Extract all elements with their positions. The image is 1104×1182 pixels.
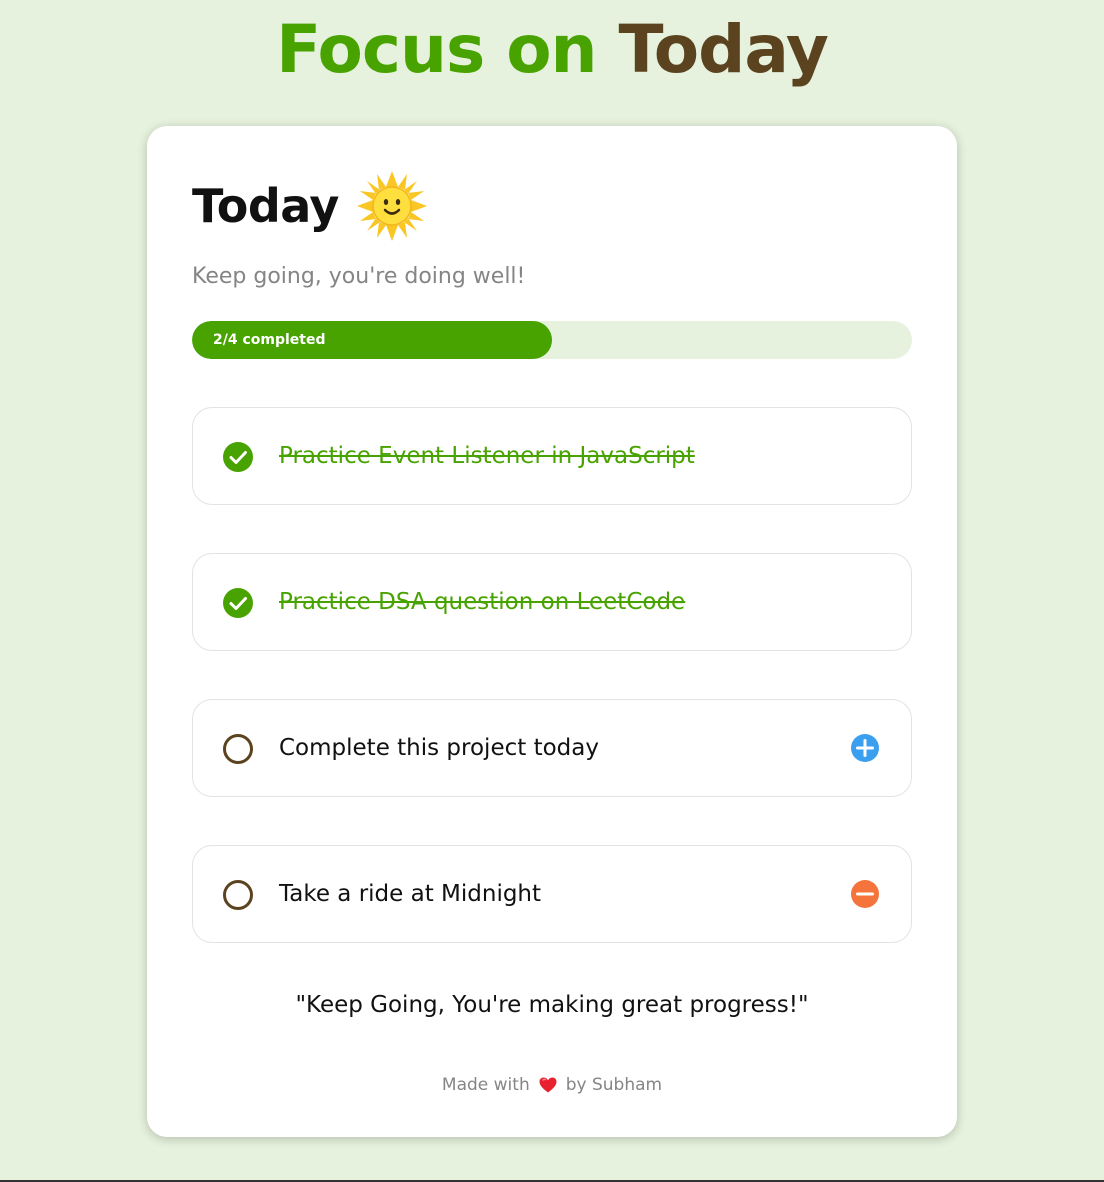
page-title-today: Today (618, 11, 829, 88)
goal-item[interactable]: Take a ride at Midnight (192, 845, 912, 943)
goal-item[interactable]: Practice Event Listener in JavaScript (192, 407, 912, 505)
goal-text[interactable]: Practice Event Listener in JavaScript (279, 408, 695, 504)
card-heading: Today (192, 166, 429, 246)
subtitle: Keep going, you're doing well! (192, 264, 526, 289)
page-title: Focus on Today (0, 10, 1104, 90)
progress-bar: 2/4 completed (192, 321, 912, 359)
goal-text[interactable]: Complete this project today (279, 700, 599, 796)
goal-item[interactable]: Practice DSA question on LeetCode (192, 553, 912, 651)
heart-icon (538, 1075, 558, 1095)
goal-text[interactable]: Practice DSA question on LeetCode (279, 554, 685, 650)
footer-author: by Subham (565, 1075, 663, 1095)
footer: Made with by Subham (147, 1075, 957, 1095)
card-heading-text: Today (192, 179, 339, 233)
unchecked-circle-icon[interactable] (222, 733, 254, 765)
unchecked-circle-icon[interactable] (222, 879, 254, 911)
checked-circle-icon[interactable] (222, 587, 254, 619)
plus-circle-icon[interactable] (849, 732, 881, 764)
page-title-focus-on: Focus on (276, 11, 597, 88)
goal-text[interactable]: Take a ride at Midnight (279, 846, 541, 942)
motivational-quote: "Keep Going, You're making great progres… (295, 992, 809, 1018)
checked-circle-icon[interactable] (222, 441, 254, 473)
goal-item[interactable]: Complete this project today (192, 699, 912, 797)
progress-bar-fill: 2/4 completed (192, 321, 552, 359)
goals-card: Today Keep going, you're doing well! 2/4… (147, 126, 957, 1137)
progress-label: 2/4 completed (213, 332, 326, 348)
sun-with-face-icon (355, 169, 429, 243)
footer-made-with: Made with (441, 1075, 530, 1095)
minus-circle-icon[interactable] (849, 878, 881, 910)
